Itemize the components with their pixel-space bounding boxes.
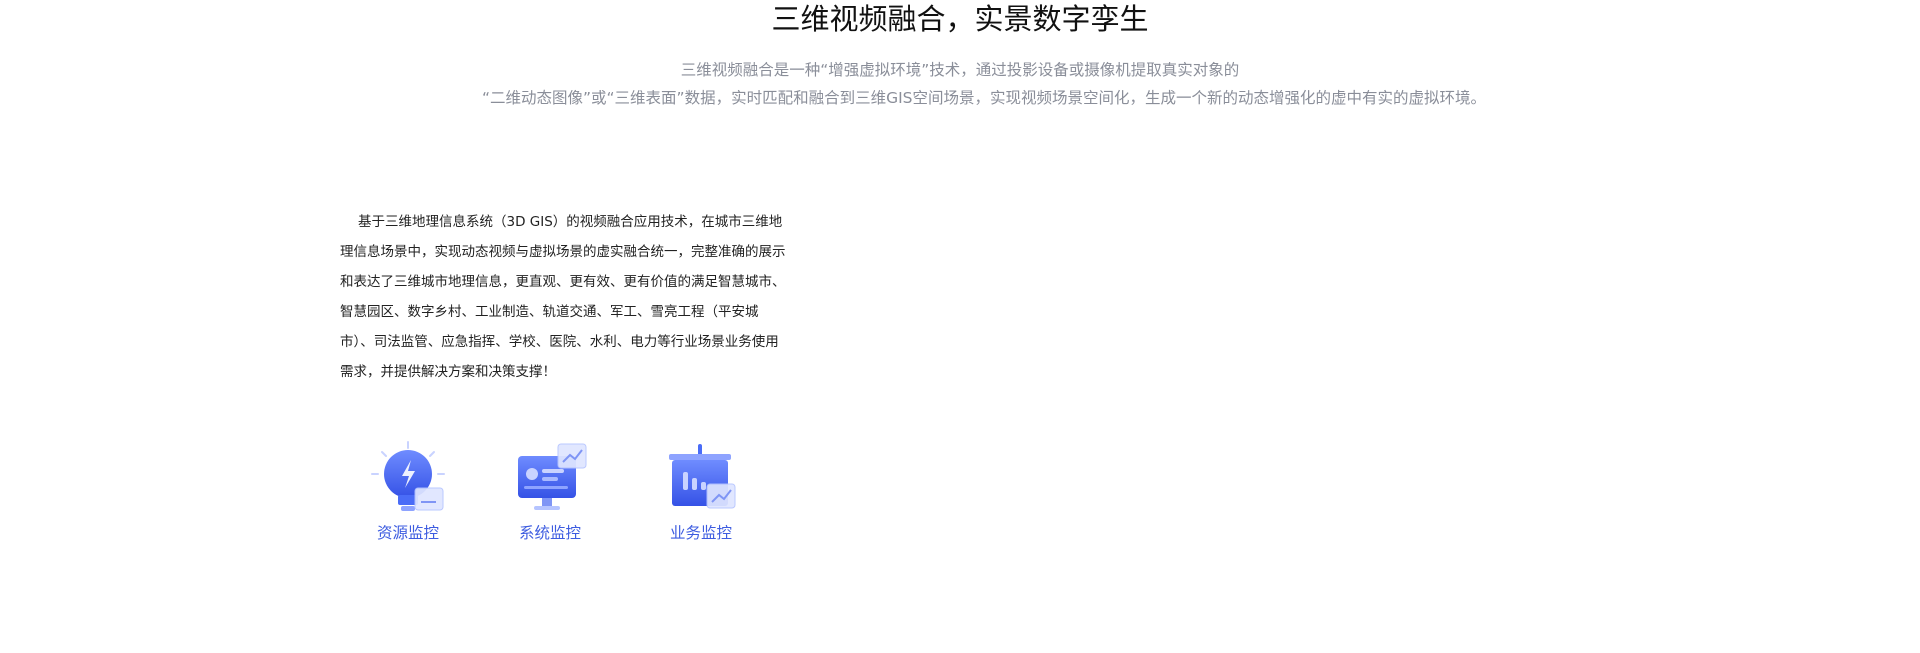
system-monitor-link[interactable]: 系统监控 — [490, 440, 610, 545]
business-monitor-label: 业务监控 — [669, 524, 732, 542]
intro-paragraph: 基于三维地理信息系统（3D GIS）的视频融合应用技术，在城市三维地理信息场景中… — [340, 214, 786, 380]
business-monitor-link[interactable]: 业务监控 — [641, 440, 761, 545]
page-title: 三维视频融合，实景数字孪生 — [771, 2, 1149, 36]
resource-monitor-label: 资源监控 — [376, 524, 439, 542]
presentation-board-icon — [669, 444, 736, 509]
lightbulb-icon — [371, 441, 445, 511]
subtitle-line-1: 三维视频融合是一种“增强虚拟环境”技术，通过投影设备或摄像机提取真实对象的 — [680, 61, 1240, 79]
system-monitor-label: 系统监控 — [518, 524, 581, 542]
page-subtitle: 三维视频融合是一种“增强虚拟环境”技术，通过投影设备或摄像机提取真实对象的 “二… — [0, 56, 1920, 112]
subtitle-line-2: “二维动态图像”或“三维表面”数据，实时匹配和融合到三维GIS空间场景，实现视频… — [481, 89, 1487, 107]
resource-monitor-link[interactable]: 资源监控 — [348, 440, 468, 545]
monitor-screen-icon — [518, 443, 587, 510]
